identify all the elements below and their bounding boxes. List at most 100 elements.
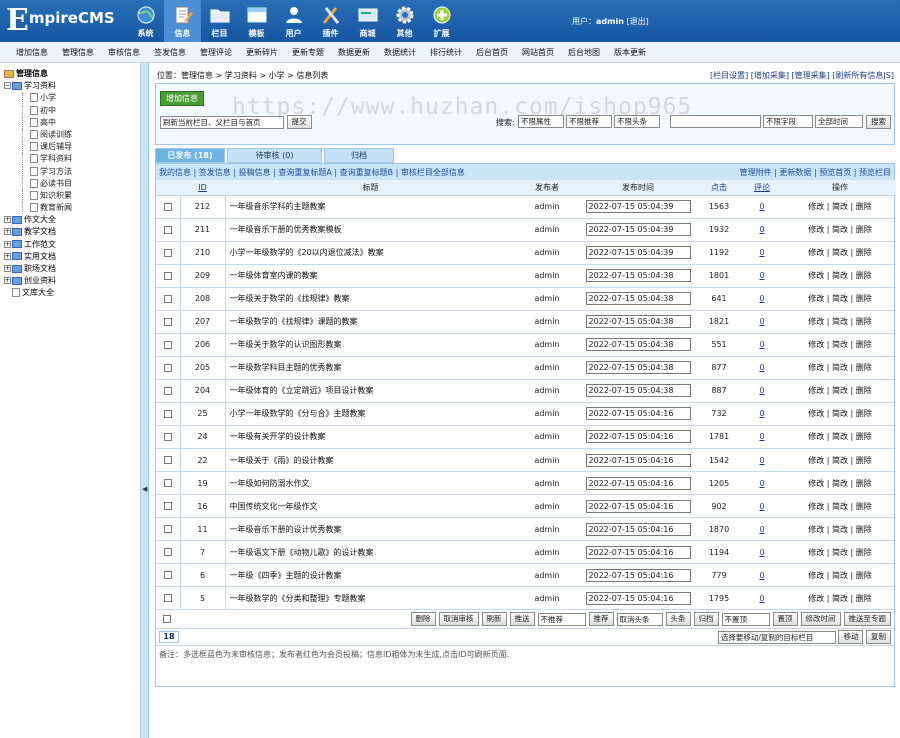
tree-child[interactable]: 课后辅导 [0,141,140,154]
row-id[interactable]: 19 [180,471,226,496]
row-action-1[interactable]: 简改 [832,432,848,441]
row-title-link[interactable]: 中国传统文化一年级作文 [230,502,318,511]
row-action-0[interactable]: 修改 [808,340,824,349]
row-time-input[interactable]: 2022-07-15 05:04:16 [585,476,691,490]
tree-child[interactable]: 小学 [0,92,140,105]
comments-link[interactable]: 0 [759,294,764,303]
row-action-0[interactable]: 修改 [808,594,824,603]
row-action-1[interactable]: 简改 [832,317,848,326]
refresh-select[interactable]: 刷新当前栏目、父栏目与首页 [160,115,284,129]
search-button[interactable]: 搜索 [866,115,891,129]
row-checkbox[interactable] [163,456,172,465]
expand-icon[interactable]: + [4,228,11,236]
filter-select[interactable]: 不限属性 [518,115,564,128]
row-id[interactable]: 211 [180,218,226,242]
row-id[interactable]: 7 [180,540,226,565]
crumb-links[interactable]: [栏目设置] [增加采集] [管理采集] [刷新所有信息JS] [710,70,894,81]
nav-item-5[interactable]: 插件 [312,0,349,42]
headline-select[interactable]: 取消头条 [616,612,663,626]
subnav-item[interactable]: 后台首页 [476,47,508,58]
refresh-button[interactable]: 刷新 [481,612,507,627]
row-id[interactable]: 11 [180,517,226,542]
linkbar-right[interactable]: 管理附件 | 更新数据 | 预览首页 | 预览栏目 [740,167,891,178]
search-input[interactable] [670,115,761,128]
row-checkbox[interactable] [163,363,172,372]
add-info-button[interactable]: 增加信息 [160,91,204,106]
row-id[interactable]: 5 [180,586,226,611]
row-time-input[interactable]: 2022-07-15 05:04:16 [585,545,691,559]
subnav-item[interactable]: 后台地图 [568,47,600,58]
row-title-link[interactable]: 一年级体育的《立定跳远》项目设计教案 [230,386,374,395]
row-checkbox[interactable] [163,202,172,211]
comments-link[interactable]: 0 [759,225,764,234]
row-action-2[interactable]: 删除 [856,363,872,372]
row-title-link[interactable]: 一年级关于《雨》的设计教案 [230,456,334,465]
row-id[interactable]: 204 [180,379,226,403]
row-time-input[interactable]: 2022-07-15 05:04:16 [585,407,691,421]
comments-link[interactable]: 0 [759,432,764,441]
comments-link[interactable]: 0 [759,340,764,349]
tab-0[interactable]: 已发布 (18) [155,148,225,163]
expand-icon[interactable]: + [4,265,11,272]
comments-link[interactable]: 0 [759,571,764,580]
subnav-item[interactable]: 数据更新 [338,47,370,58]
row-id[interactable]: 6 [180,563,226,588]
row-action-2[interactable]: 删除 [856,525,872,534]
tree-group[interactable]: + 工作范文 [0,239,140,251]
tree-child[interactable]: 学习方法 [0,165,140,178]
row-time-input[interactable]: 2022-07-15 05:04:38 [585,269,691,283]
row-action-2[interactable]: 删除 [856,386,872,395]
row-title[interactable]: 一年级体育室内课的教案 [225,264,516,288]
row-time-input[interactable]: 2022-07-15 05:04:38 [585,338,691,352]
row-action-1[interactable]: 简改 [832,386,848,395]
row-action-0[interactable]: 修改 [808,571,824,580]
row-time-input[interactable]: 2022-07-15 05:04:38 [585,292,691,306]
tree-group[interactable]: − 学习资料 [0,80,140,92]
row-title[interactable]: 一年级关于数学的《找规律》教案 [225,287,516,311]
nav-item-0[interactable]: 系统 [127,0,164,42]
row-comments[interactable]: 0 [740,494,784,519]
row-title-link[interactable]: 一年级音乐下册的设计优秀教案 [230,525,342,534]
row-title-link[interactable]: 小学一年级数学的《20以内退位减法》教案 [230,248,384,257]
row-checkbox[interactable] [163,271,172,280]
tree-group[interactable]: + 创业资料 [0,275,140,287]
row-action-0[interactable]: 修改 [808,248,824,257]
row-action-0[interactable]: 修改 [808,525,824,534]
collapse-arrow-icon[interactable]: ◀ [142,485,147,493]
tree-child[interactable]: 学科资料 [0,153,140,166]
tree-group[interactable]: + 实用文档 [0,251,140,263]
row-title-link[interactable]: 一年级《四季》主题的设计教案 [230,571,342,580]
row-comments[interactable]: 0 [740,264,784,288]
row-title-link[interactable]: 一年级数学的《找规律》课题的教案 [230,317,358,326]
row-checkbox[interactable] [163,294,172,303]
row-comments[interactable]: 0 [740,195,784,219]
row-action-0[interactable]: 修改 [808,271,824,280]
row-time-input[interactable]: 2022-07-15 05:04:16 [585,522,691,536]
row-action-1[interactable]: 简改 [832,502,848,511]
recommend-button[interactable]: 推荐 [588,612,614,627]
tree-root[interactable]: 管理信息 [0,68,140,80]
row-title-link[interactable]: 小学一年级数学的《分与合》主题教案 [230,409,366,418]
row-comments[interactable]: 0 [740,218,784,242]
row-action-0[interactable]: 修改 [808,432,824,441]
sidebar-splitter[interactable]: ◀ [141,63,149,738]
row-action-2[interactable]: 删除 [856,225,872,234]
comments-link[interactable]: 0 [759,548,764,557]
row-checkbox[interactable] [163,548,172,557]
crumb-item[interactable]: 管理信息 [181,71,213,80]
row-comments[interactable]: 0 [740,448,784,473]
row-id[interactable]: 210 [180,241,226,265]
crumb-item[interactable]: 小学 [269,71,285,80]
row-comments[interactable]: 0 [740,517,784,542]
row-comments[interactable]: 0 [740,471,784,496]
tree-group[interactable]: + 作文大全 [0,214,140,226]
archive-button[interactable]: 归档 [693,612,719,627]
row-time-input[interactable]: 2022-07-15 05:04:38 [585,361,691,375]
select-all-checkbox[interactable] [163,615,171,624]
comments-link[interactable]: 0 [759,202,764,211]
row-title[interactable]: 一年级关于数学的认识图形教案 [225,333,516,357]
row-comments[interactable]: 0 [740,333,784,357]
tree-child[interactable]: 教育新闻 [0,202,140,215]
row-action-1[interactable]: 简改 [832,363,848,372]
row-action-1[interactable]: 简改 [832,571,848,580]
